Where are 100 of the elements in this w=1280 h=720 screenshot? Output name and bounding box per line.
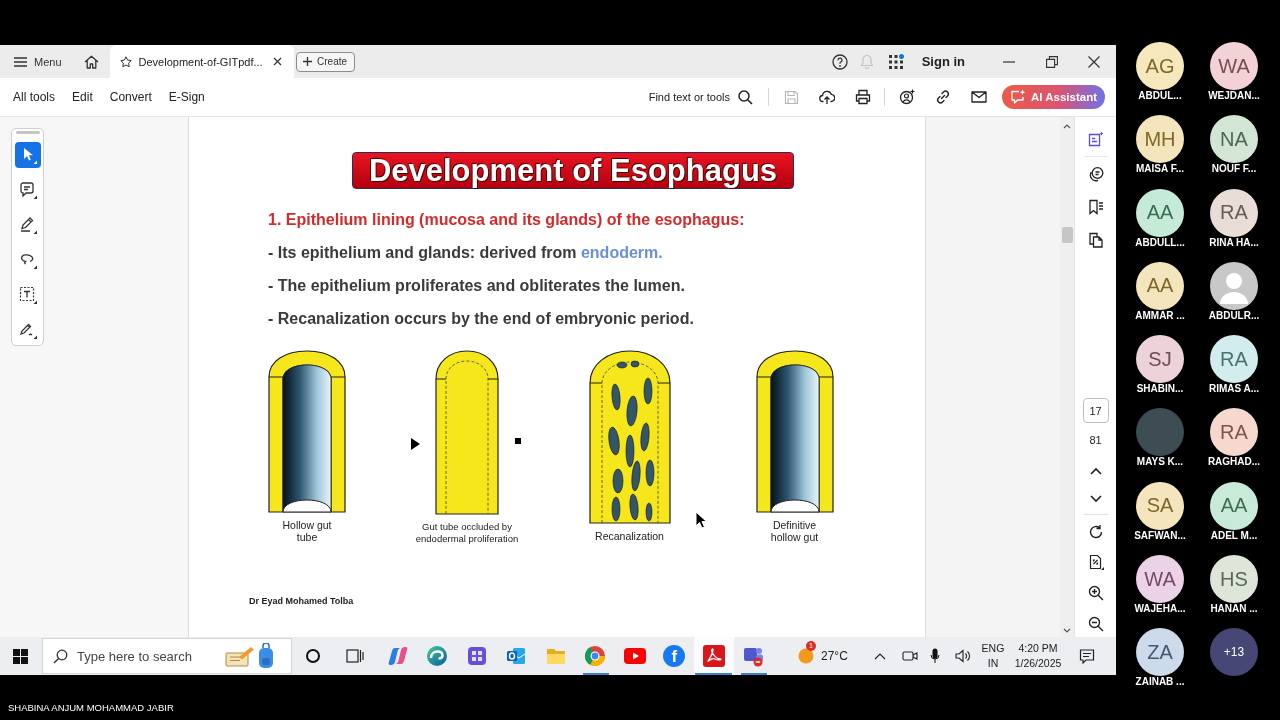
page-count: 81 xyxy=(1089,434,1102,446)
participant-name: SHABIN... xyxy=(1136,383,1184,396)
input-language[interactable]: ENG xyxy=(981,641,1005,656)
close-icon[interactable] xyxy=(1088,55,1100,68)
participant-name: RINA HA... xyxy=(1209,236,1259,249)
windows-logo-icon[interactable] xyxy=(13,648,28,664)
participant-name: WEJDAN... xyxy=(1208,90,1260,102)
initials-avatar: AG xyxy=(1136,42,1184,90)
more-participants-button[interactable]: +13 xyxy=(1210,628,1258,677)
scrollbar-track[interactable] xyxy=(1060,117,1074,637)
section-heading: 1. Epithelium lining (mucosa and its glands) of the esophagus: xyxy=(268,210,745,230)
find-button[interactable]: Find text or tools xyxy=(648,89,753,105)
sun-icon xyxy=(798,648,814,664)
initials-avatar: AA xyxy=(1210,481,1258,530)
sparkle-chat-icon xyxy=(1009,89,1026,105)
search-field[interactable]: Type here to search xyxy=(42,638,292,674)
document-scan-icon[interactable] xyxy=(1087,554,1104,570)
participant-name: ZAINAB ... xyxy=(1135,676,1185,689)
page-number-field[interactable]: 17 xyxy=(1082,398,1109,423)
zoom-in-icon[interactable] xyxy=(1087,585,1104,601)
bookmark-icon[interactable] xyxy=(1087,199,1104,215)
author-credit: Dr Eyad Mohamed Tolba xyxy=(249,595,354,607)
participant-name: SAFWAN... xyxy=(1134,529,1186,542)
star-icon[interactable] xyxy=(119,55,132,68)
pages-icon[interactable] xyxy=(1087,232,1104,248)
participant-name: RAGHAD... xyxy=(1207,456,1261,469)
participant-name: ADEL M... xyxy=(1210,529,1258,542)
presenter-name: SHABINA ANJUM MOHAMMAD JABIR xyxy=(8,702,174,714)
video-camera-icon[interactable] xyxy=(902,649,918,663)
scrollbar-thumb[interactable] xyxy=(1061,227,1073,243)
search-icon xyxy=(53,648,68,664)
triangle-marker-icon xyxy=(411,438,420,450)
rotate-icon[interactable] xyxy=(1087,524,1104,540)
mouse-pointer-icon xyxy=(695,511,707,529)
initials-avatar: RA xyxy=(1210,188,1258,237)
initials-avatar: ZA xyxy=(1136,628,1184,677)
clock-time[interactable]: 4:20 PM xyxy=(1018,641,1058,656)
toolbar-menu-item[interactable]: E-Sign xyxy=(168,90,205,104)
scroll-down-icon[interactable] xyxy=(1063,628,1071,634)
bullet-text: - Its epithelium and glands: derived from endoderm. xyxy=(268,243,663,263)
tile-logo-icon[interactable] xyxy=(465,645,488,667)
input-region[interactable]: IN xyxy=(987,656,999,671)
caret-up-icon[interactable] xyxy=(874,652,886,660)
sign-in-button[interactable]: Sign in xyxy=(921,54,965,69)
participant-name: ABDUL... xyxy=(1138,90,1182,102)
print-icon[interactable] xyxy=(855,89,871,105)
cloud-upload-icon[interactable] xyxy=(819,89,835,105)
pdf-app-icon[interactable] xyxy=(702,645,725,667)
ai-document-icon[interactable] xyxy=(1087,131,1104,147)
person-circle-icon[interactable] xyxy=(899,89,915,105)
apps-grid-icon[interactable] xyxy=(887,53,904,70)
home-icon[interactable] xyxy=(83,54,99,69)
toolbar-menu-item[interactable]: Edit xyxy=(72,90,93,104)
toolbar-menu-item[interactable]: All tools xyxy=(13,90,56,104)
signature-pen-icon xyxy=(18,321,37,339)
restore-icon[interactable] xyxy=(1046,55,1058,68)
ribbon-logo-icon[interactable] xyxy=(386,645,409,667)
participant-name: ABDULL... xyxy=(1135,236,1185,249)
browser-logo-icon[interactable] xyxy=(584,645,607,667)
task-view-icon[interactable] xyxy=(346,648,364,664)
microphone-icon[interactable] xyxy=(930,648,940,664)
toolbar-menu-item[interactable]: Convert xyxy=(109,90,152,104)
volume-icon[interactable] xyxy=(955,649,971,663)
f-logo[interactable]: f xyxy=(663,645,686,667)
participant-name: RIMAS A... xyxy=(1208,383,1260,396)
circle-icon[interactable] xyxy=(305,648,321,664)
clock-date[interactable]: 1/26/2025 xyxy=(1014,656,1062,671)
slide-title: Development of Esophagus xyxy=(352,152,794,189)
wave-logo-icon[interactable] xyxy=(426,645,449,667)
link-icon[interactable] xyxy=(935,89,951,105)
figure-caption: Recanalization xyxy=(595,530,664,542)
menu-icon xyxy=(14,56,27,67)
initials-avatar: AA xyxy=(1136,188,1184,237)
play-logo-icon[interactable] xyxy=(623,648,646,664)
comment-icon xyxy=(18,181,37,199)
scroll-up-icon[interactable] xyxy=(1063,123,1071,129)
ai-assistant-button[interactable]: AI Assistant xyxy=(1002,85,1105,109)
document-tab[interactable]: Development-of-GITpdf... xyxy=(109,45,294,78)
comments-icon[interactable] xyxy=(1087,166,1104,182)
bullet-text: - The epithelium proliferates and obliterates the lumen. xyxy=(268,276,685,296)
initials-avatar: HS xyxy=(1210,555,1258,604)
plus-icon xyxy=(303,57,312,66)
figure-caption: Definitive hollow gut xyxy=(769,519,820,543)
initials-avatar: MH xyxy=(1136,115,1184,164)
drag-handle[interactable] xyxy=(15,131,40,134)
lasso-icon xyxy=(18,251,37,269)
active-app-button[interactable] xyxy=(694,637,734,675)
text-box-icon xyxy=(18,286,37,304)
zoom-out-icon[interactable] xyxy=(1087,616,1104,632)
close-icon[interactable] xyxy=(272,57,282,66)
initials-avatar: SA xyxy=(1136,481,1184,530)
notification-icon[interactable] xyxy=(1079,648,1095,664)
mail-icon[interactable] xyxy=(971,91,987,103)
create-button[interactable]: Create xyxy=(295,51,355,72)
help-icon[interactable] xyxy=(831,53,848,70)
team-chat-icon[interactable] xyxy=(742,645,765,667)
highlighter-icon xyxy=(18,216,37,234)
menu-button[interactable]: Menu xyxy=(14,55,62,68)
mail-app-icon[interactable] xyxy=(505,645,528,667)
search-input[interactable]: Type here to search xyxy=(77,646,219,666)
